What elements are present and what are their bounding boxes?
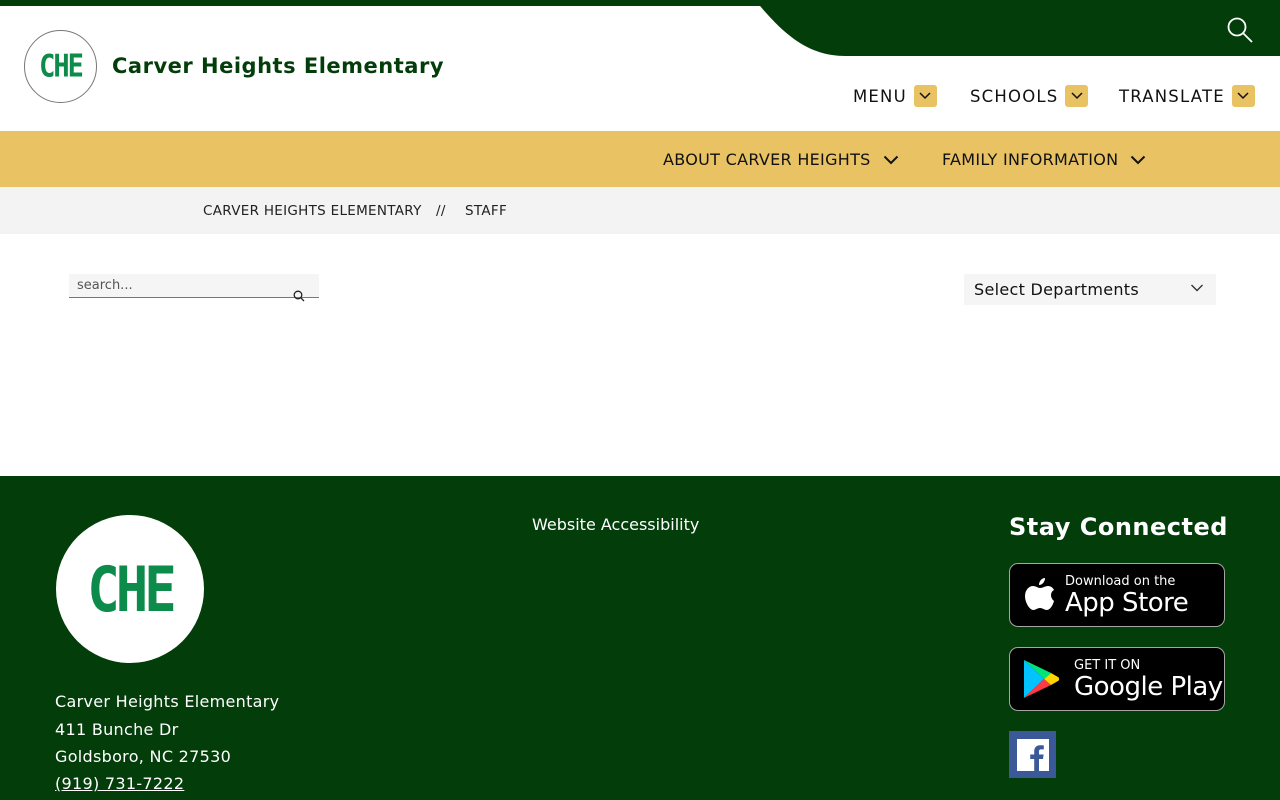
site-footer: CHE Carver Heights Elementary 411 Bunche…: [0, 476, 1280, 800]
chevron-down-icon: [913, 85, 937, 107]
nav-translate-label: TRANSLATE: [1119, 86, 1225, 106]
breadcrumb-current: STAFF: [465, 203, 508, 219]
app-store-big-text: App Store: [1065, 587, 1189, 618]
breadcrumb-separator: //: [436, 203, 446, 219]
nav-translate[interactable]: TRANSLATE: [1119, 85, 1255, 107]
website-accessibility-link[interactable]: Website Accessibility: [532, 515, 699, 534]
nav-menu-label: MENU: [853, 86, 907, 106]
staff-search-input[interactable]: [69, 274, 279, 297]
chevron-down-icon: [883, 155, 898, 164]
search-icon[interactable]: [293, 290, 305, 302]
stay-connected-heading: Stay Connected: [1009, 513, 1228, 541]
google-play-small-text: GET IT ON: [1074, 657, 1141, 673]
chevron-down-icon: [1065, 85, 1089, 107]
chevron-down-icon: [1131, 155, 1146, 164]
search-icon[interactable]: [1226, 16, 1254, 44]
header-green-curve: [755, 0, 1280, 56]
subnav-about[interactable]: ABOUT CARVER HEIGHTS: [663, 150, 899, 169]
app-store-badge[interactable]: Download on the App Store: [1009, 563, 1225, 627]
chevron-down-icon: [1231, 85, 1255, 107]
google-play-badge[interactable]: GET IT ON Google Play: [1009, 647, 1225, 711]
staff-search: [69, 274, 319, 302]
chevron-down-icon: [1191, 284, 1203, 292]
departments-select-value: Select Departments: [974, 280, 1140, 299]
facebook-icon[interactable]: [1009, 731, 1056, 778]
footer-logo-text: CHE: [87, 552, 177, 626]
subnav-about-label: ABOUT CARVER HEIGHTS: [663, 150, 871, 169]
apple-icon: [1025, 578, 1054, 610]
app-store-small-text: Download on the: [1065, 573, 1176, 589]
footer-school-name: Carver Heights Elementary: [55, 692, 280, 711]
subnav-family-information[interactable]: FAMILY INFORMATION: [942, 150, 1146, 169]
nav-menu[interactable]: MENU: [853, 85, 937, 107]
school-name[interactable]: Carver Heights Elementary: [112, 54, 444, 78]
footer-street: 411 Bunche Dr: [55, 720, 179, 739]
nav-schools[interactable]: SCHOOLS: [970, 85, 1089, 107]
footer-phone-link[interactable]: (919) 731-7222: [55, 774, 184, 793]
subnav-family-label: FAMILY INFORMATION: [942, 150, 1119, 169]
nav-schools-label: SCHOOLS: [970, 86, 1059, 106]
google-play-icon: [1024, 660, 1060, 698]
footer-school-logo: CHE: [56, 515, 204, 663]
breadcrumb: [0, 187, 1280, 234]
departments-select[interactable]: Select Departments: [964, 274, 1216, 305]
google-play-big-text: Google Play: [1074, 671, 1223, 702]
site-header: CHE Carver Heights Elementary MENU SCHOO…: [0, 0, 1280, 131]
logo-text: CHE: [39, 48, 84, 85]
footer-city: Goldsboro, NC 27530: [55, 747, 232, 766]
breadcrumb-home-link[interactable]: CARVER HEIGHTS ELEMENTARY: [203, 203, 422, 219]
school-logo[interactable]: CHE: [24, 30, 97, 103]
